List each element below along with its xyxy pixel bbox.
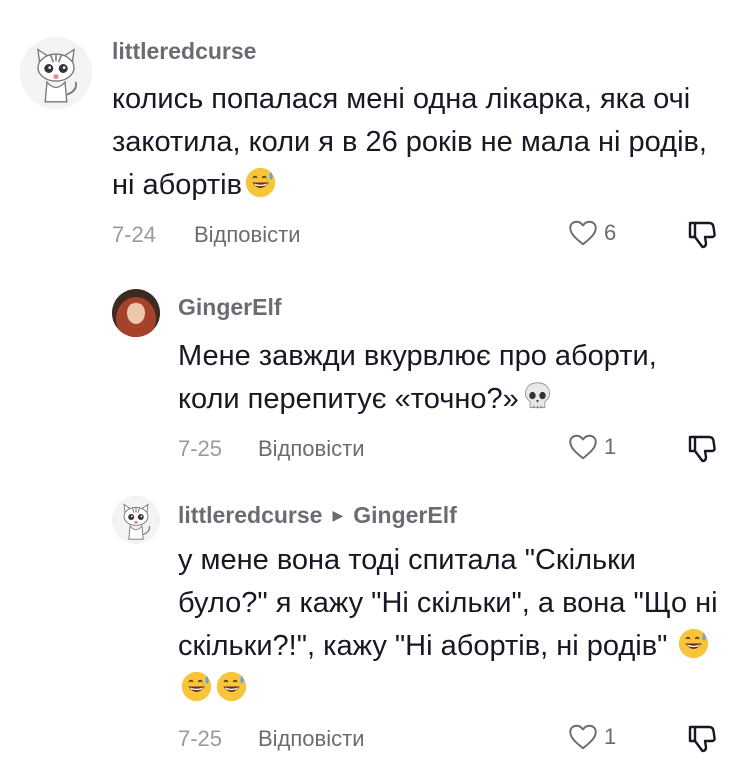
cat-avatar-icon — [20, 37, 92, 109]
red-hair-avatar-icon — [112, 289, 160, 337]
comment-body: Мене завжди вкурвлює про аборти, коли пе… — [178, 340, 657, 415]
skull-emoji-icon — [521, 380, 554, 413]
comment-date: 7-24 — [112, 222, 157, 247]
like-count: 1 — [604, 434, 617, 459]
sweat-smile-emoji-icon — [244, 166, 277, 199]
comment-username[interactable]: GingerElf — [178, 294, 282, 321]
comment-text: Мене завжди вкурвлює про аборти, коли пе… — [178, 335, 718, 421]
avatar[interactable] — [112, 496, 160, 544]
like-button[interactable]: 6 — [568, 219, 616, 247]
comment-date: 7-25 — [178, 726, 223, 751]
comment-date: 7-25 — [178, 436, 223, 461]
sweat-smile-emoji-icon — [180, 670, 213, 703]
sweat-smile-emoji-icon — [215, 670, 248, 703]
avatar[interactable] — [112, 289, 160, 337]
thumbs-down-icon — [686, 218, 718, 250]
reply-to-user[interactable]: GingerElf — [353, 502, 457, 528]
like-button[interactable]: 1 — [568, 723, 616, 751]
cat-avatar-icon — [112, 496, 160, 544]
avatar[interactable] — [20, 37, 92, 109]
comment-text: у мене вона тоді спитала "Скільки було?"… — [178, 539, 733, 711]
heart-icon — [568, 723, 598, 751]
sweat-smile-emoji-icon — [677, 627, 710, 660]
thumbs-down-icon — [686, 432, 718, 464]
reply-button[interactable]: Відповісти — [258, 726, 365, 752]
comment-text: колись попалася мені одна лікарка, яка о… — [112, 78, 732, 207]
reply-button[interactable]: Відповісти — [194, 222, 301, 248]
reply-to-arrow-icon: ▶ — [332, 507, 344, 523]
heart-icon — [568, 219, 598, 247]
dislike-button[interactable] — [686, 218, 718, 255]
comment-username[interactable]: littleredcurse ▶ GingerElf — [178, 502, 457, 529]
thumbs-down-icon — [686, 722, 718, 754]
heart-icon — [568, 433, 598, 461]
like-count: 1 — [604, 724, 617, 749]
dislike-button[interactable] — [686, 722, 718, 759]
like-count: 6 — [604, 220, 617, 245]
dislike-button[interactable] — [686, 432, 718, 469]
comment-body: колись попалася мені одна лікарка, яка о… — [112, 83, 707, 201]
comment-username[interactable]: littleredcurse — [112, 38, 256, 65]
reply-author[interactable]: littleredcurse — [178, 502, 322, 528]
comment-body: у мене вона тоді спитала "Скільки було?"… — [178, 544, 718, 662]
reply-button[interactable]: Відповісти — [258, 436, 365, 462]
like-button[interactable]: 1 — [568, 433, 616, 461]
